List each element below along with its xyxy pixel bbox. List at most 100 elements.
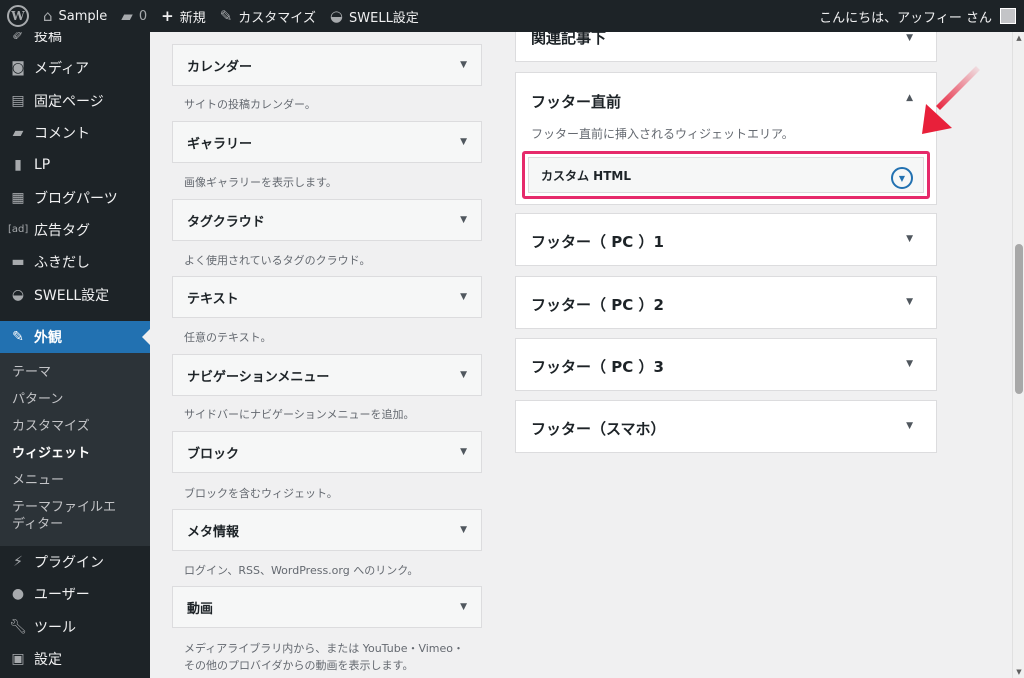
swell-label: SWELL設定	[349, 10, 419, 26]
sidebar-item-swell[interactable]: ◒ SWELL設定	[0, 278, 150, 310]
sidebar-item-label: ツール	[34, 619, 76, 636]
area-title: フッター（ PC ）3	[531, 358, 664, 376]
submenu-item-widgets[interactable]: ウィジェット	[0, 440, 150, 467]
widget-meta[interactable]: メタ情報 ▼	[172, 509, 482, 551]
widget-description: 画像ギャラリーを表示します。	[184, 176, 337, 189]
user-icon: ●	[11, 586, 25, 603]
page-icon: ▤	[11, 92, 25, 109]
admin-sidebar: ✐ 投稿 ◙ メディア ▤ 固定ページ ▰ コメント ▮ LP ▦ ブログパーツ…	[0, 32, 150, 678]
widget-tag-cloud[interactable]: タグクラウド ▼	[172, 199, 482, 241]
comments-link[interactable]: ▰ 0	[114, 0, 154, 32]
widget-title: カレンダー	[187, 59, 253, 75]
sidebar-item-settings[interactable]: ▣ 設定	[0, 643, 150, 675]
widget-title: ブロック	[187, 446, 240, 462]
widget-block[interactable]: ブロック ▼	[172, 431, 482, 473]
scroll-down-icon[interactable]: ▼	[1013, 668, 1024, 676]
arrow-down-icon: ▼	[460, 447, 467, 457]
scroll-up-icon[interactable]: ▲	[1013, 34, 1024, 42]
area-title: フッター（ PC ）1	[531, 233, 664, 251]
ad-icon: [ad]	[8, 224, 29, 236]
admin-bar: W ⌂ Sample ▰ 0 + 新規 ✎ カスタマイズ ◒ SWELL設定 こ…	[0, 0, 1024, 32]
widget-video[interactable]: 動画 ▼	[172, 586, 482, 628]
arrow-down-icon: ▼	[906, 421, 913, 431]
sidebar-item-plugins[interactable]: ⚡ プラグイン	[0, 546, 150, 578]
sidebar-item-label: ふきだし	[34, 255, 90, 272]
highlight-box: カスタム HTML ▼	[522, 151, 930, 199]
sidebar-item-comments[interactable]: ▰ コメント	[0, 117, 150, 149]
widget-description: メディアライブラリ内から、または YouTube・Vimeo・	[184, 642, 465, 655]
scrollbar-thumb[interactable]	[1015, 244, 1023, 394]
widget-text[interactable]: テキスト ▼	[172, 276, 482, 318]
sidebar-item-blogparts[interactable]: ▦ ブログパーツ	[0, 181, 150, 213]
swell-settings-link[interactable]: ◒ SWELL設定	[323, 0, 426, 32]
submenu-item-customize[interactable]: カスタマイズ	[0, 413, 150, 440]
area-description: フッター直前に挿入されるウィジェットエリア。	[531, 127, 794, 141]
page-scrollbar[interactable]: ▲ ▼	[1012, 32, 1024, 678]
sidebar-item-label: コメント	[34, 126, 90, 143]
widget-title: ギャラリー	[187, 136, 253, 152]
widget-description: サイトの投稿カレンダー。	[184, 98, 316, 111]
widget-description: ブロックを含むウィジェット。	[184, 487, 338, 500]
submenu-item-theme-editor[interactable]: テーマファイルエディター	[0, 494, 140, 538]
sidebar-item-posts[interactable]: ✐ 投稿	[0, 32, 150, 52]
expand-toggle-icon[interactable]: ▼	[891, 167, 913, 189]
brush-icon: ✎	[12, 328, 24, 345]
widget-area-related[interactable]: 関連記事下 ▼	[515, 32, 937, 62]
area-title[interactable]: フッター直前	[531, 91, 621, 112]
sidebar-item-label: 設定	[34, 652, 62, 668]
widget-area-footer-smartphone[interactable]: フッター（スマホ） ▼	[515, 400, 937, 453]
new-content-link[interactable]: + 新規	[154, 0, 213, 32]
widget-title: 動画	[187, 601, 214, 617]
comment-icon: ▰	[12, 125, 24, 142]
widget-custom-html[interactable]: カスタム HTML ▼	[528, 157, 924, 193]
arrow-down-icon: ▼	[906, 297, 913, 307]
greeting-text: こんにちは、アッフィー さん	[819, 10, 992, 26]
arrow-down-icon: ▼	[460, 60, 467, 70]
wrench-icon: 🔧︎	[9, 618, 27, 635]
submenu-item-patterns[interactable]: パターン	[0, 386, 150, 413]
widget-area-footer-pc-1[interactable]: フッター（ PC ）1 ▼	[515, 213, 937, 266]
widget-title: ナビゲーションメニュー	[187, 369, 330, 385]
customize-link[interactable]: ✎ カスタマイズ	[213, 0, 323, 32]
submenu-item-themes[interactable]: テーマ	[0, 359, 150, 386]
sidebar-item-pages[interactable]: ▤ 固定ページ	[0, 85, 150, 117]
sidebar-item-appearance[interactable]: ✎ 外観	[0, 320, 150, 353]
site-name-link[interactable]: ⌂ Sample	[36, 0, 114, 32]
comments-count: 0	[138, 8, 148, 24]
widget-area-footer-pc-2[interactable]: フッター（ PC ）2 ▼	[515, 276, 937, 329]
sidebar-item-label: 外観	[34, 329, 62, 346]
site-name: Sample	[58, 8, 108, 24]
arrow-down-icon: ▼	[460, 602, 467, 612]
sidebar-item-lp[interactable]: ▮ LP	[0, 149, 150, 181]
sidebar-item-adtag[interactable]: [ad] 広告タグ	[0, 214, 150, 246]
widget-calendar[interactable]: カレンダー ▼	[172, 44, 482, 86]
widget-area-footer-pc-3[interactable]: フッター（ PC ）3 ▼	[515, 338, 937, 391]
widget-description: サイドバーにナビゲーションメニューを追加。	[184, 408, 415, 421]
swell-icon: ◒	[329, 6, 343, 25]
sidebar-item-label: SWELL設定	[34, 287, 110, 304]
widget-description: ログイン、RSS、WordPress.org へのリンク。	[184, 564, 419, 577]
widget-title: テキスト	[187, 291, 239, 307]
my-account-link[interactable]: こんにちは、アッフィー さん	[819, 7, 1024, 26]
blogparts-icon: ▦	[11, 189, 25, 206]
sidebar-item-label: プラグイン	[34, 555, 104, 572]
widget-title: メタ情報	[187, 524, 240, 540]
appearance-submenu: テーマ パターン カスタマイズ ウィジェット メニュー テーマファイルエディター	[0, 352, 150, 546]
swell-icon: ◒	[11, 286, 25, 303]
sidebar-item-label: LP	[34, 157, 51, 174]
widget-title: タグクラウド	[187, 214, 265, 230]
sidebar-item-tools[interactable]: 🔧︎ ツール	[0, 611, 150, 643]
arrow-down-icon: ▼	[906, 33, 913, 43]
widget-navigation-menu[interactable]: ナビゲーションメニュー ▼	[172, 354, 482, 396]
sidebar-item-fukidashi[interactable]: ▬ ふきだし	[0, 246, 150, 278]
sidebar-item-label: ユーザー	[34, 587, 90, 604]
customize-label: カスタマイズ	[238, 10, 316, 26]
brush-icon: ✎	[219, 6, 233, 25]
submenu-item-menus[interactable]: メニュー	[0, 467, 150, 494]
wordpress-logo-icon: W	[7, 5, 29, 27]
sidebar-item-users[interactable]: ● ユーザー	[0, 578, 150, 610]
widget-gallery[interactable]: ギャラリー ▼	[172, 121, 482, 163]
sidebar-item-media[interactable]: ◙ メディア	[0, 52, 150, 84]
wordpress-logo-button[interactable]: W	[0, 0, 36, 32]
sidebar-item-label: 広告タグ	[34, 222, 90, 239]
